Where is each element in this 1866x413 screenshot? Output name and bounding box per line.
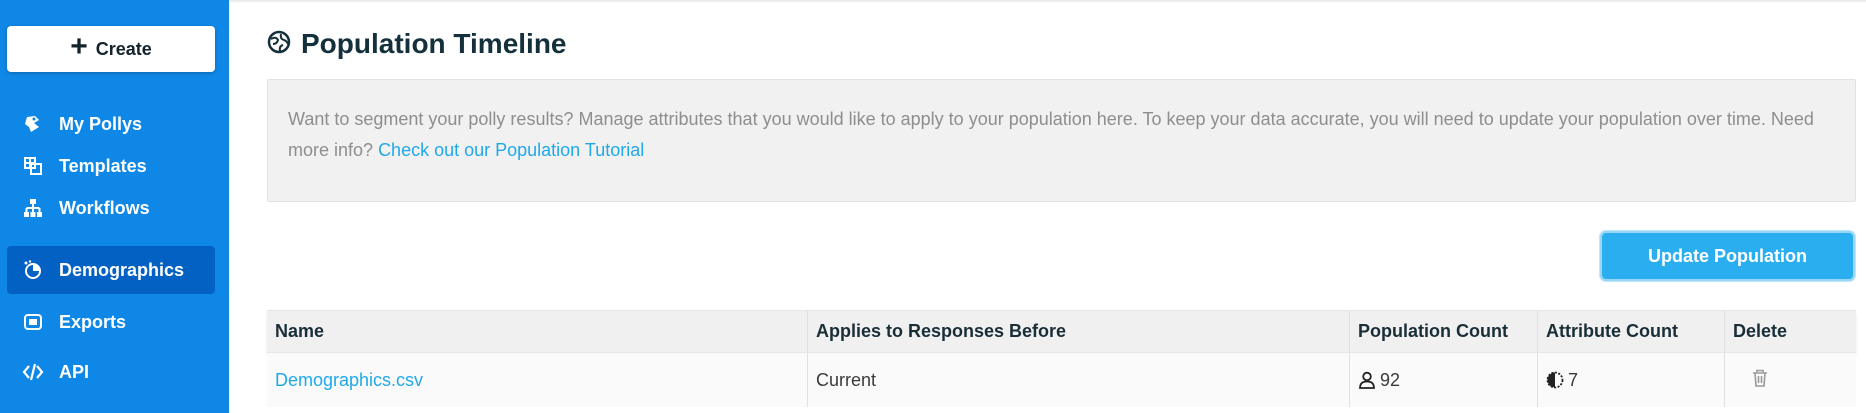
sidebar-item-label: API — [59, 361, 90, 382]
sidebar-item-label: Demographics — [59, 259, 185, 280]
file-name-link[interactable]: Demographics.csv — [267, 353, 808, 407]
create-label: Create — [95, 38, 152, 59]
page-title: Population Timeline — [301, 28, 567, 59]
sidebar-item-workflows[interactable]: Workflows — [7, 184, 215, 232]
sidebar-item-exports[interactable]: Exports — [7, 298, 215, 346]
sidebar-item-api[interactable]: API — [7, 348, 215, 396]
sidebar-item-label: Exports — [59, 311, 127, 332]
demographics-icon — [21, 258, 45, 282]
half-circle-icon — [1546, 371, 1564, 389]
attribute-count: 7 — [1546, 370, 1578, 391]
sidebar-item-label: My Pollys — [59, 113, 143, 134]
population-value: 92 — [1380, 369, 1401, 390]
pollys-icon — [21, 112, 45, 136]
column-header-population: Population Count — [1350, 311, 1538, 352]
info-box: Want to segment your polly results? Mana… — [267, 79, 1856, 202]
top-divider — [229, 0, 1866, 3]
globe-icon — [267, 30, 291, 59]
sidebar-item-label: Templates — [59, 155, 147, 176]
sidebar-item-demographics[interactable]: Demographics — [7, 246, 215, 294]
column-header-applies: Applies to Responses Before — [808, 311, 1350, 352]
page-header: Population Timeline — [267, 28, 567, 60]
workflows-icon — [21, 196, 45, 220]
exports-icon — [21, 310, 45, 334]
table-header: Name Applies to Responses Before Populat… — [267, 310, 1856, 352]
column-header-delete: Delete — [1733, 321, 1788, 341]
templates-icon — [21, 154, 45, 178]
delete-cell — [1725, 353, 1856, 407]
sidebar: + Create My Pollys Templates Workflows D… — [0, 0, 229, 413]
table-row: Demographics.csv Current 92 7 — [267, 352, 1856, 407]
create-button[interactable]: + Create — [7, 26, 215, 72]
trash-icon[interactable] — [1751, 368, 1769, 393]
attribute-value: 7 — [1568, 369, 1579, 390]
tutorial-link[interactable]: Check out our Population Tutorial — [378, 140, 644, 160]
user-icon — [1359, 371, 1375, 389]
population-table: Name Applies to Responses Before Populat… — [267, 310, 1856, 407]
sidebar-item-my-pollys[interactable]: My Pollys — [7, 100, 215, 148]
attribute-cell: 7 — [1538, 353, 1725, 407]
population-count: 92 — [1358, 370, 1400, 391]
sidebar-item-label: Workflows — [59, 197, 150, 218]
plus-icon: + — [70, 30, 88, 63]
applies-value: Current — [808, 353, 1350, 407]
population-cell: 92 — [1350, 353, 1538, 407]
column-header-name: Name — [267, 311, 808, 352]
sidebar-item-templates[interactable]: Templates — [7, 142, 215, 190]
code-icon — [21, 360, 45, 384]
column-header-attributes: Attribute Count — [1538, 311, 1725, 352]
update-population-button[interactable]: Update Population — [1600, 231, 1855, 281]
